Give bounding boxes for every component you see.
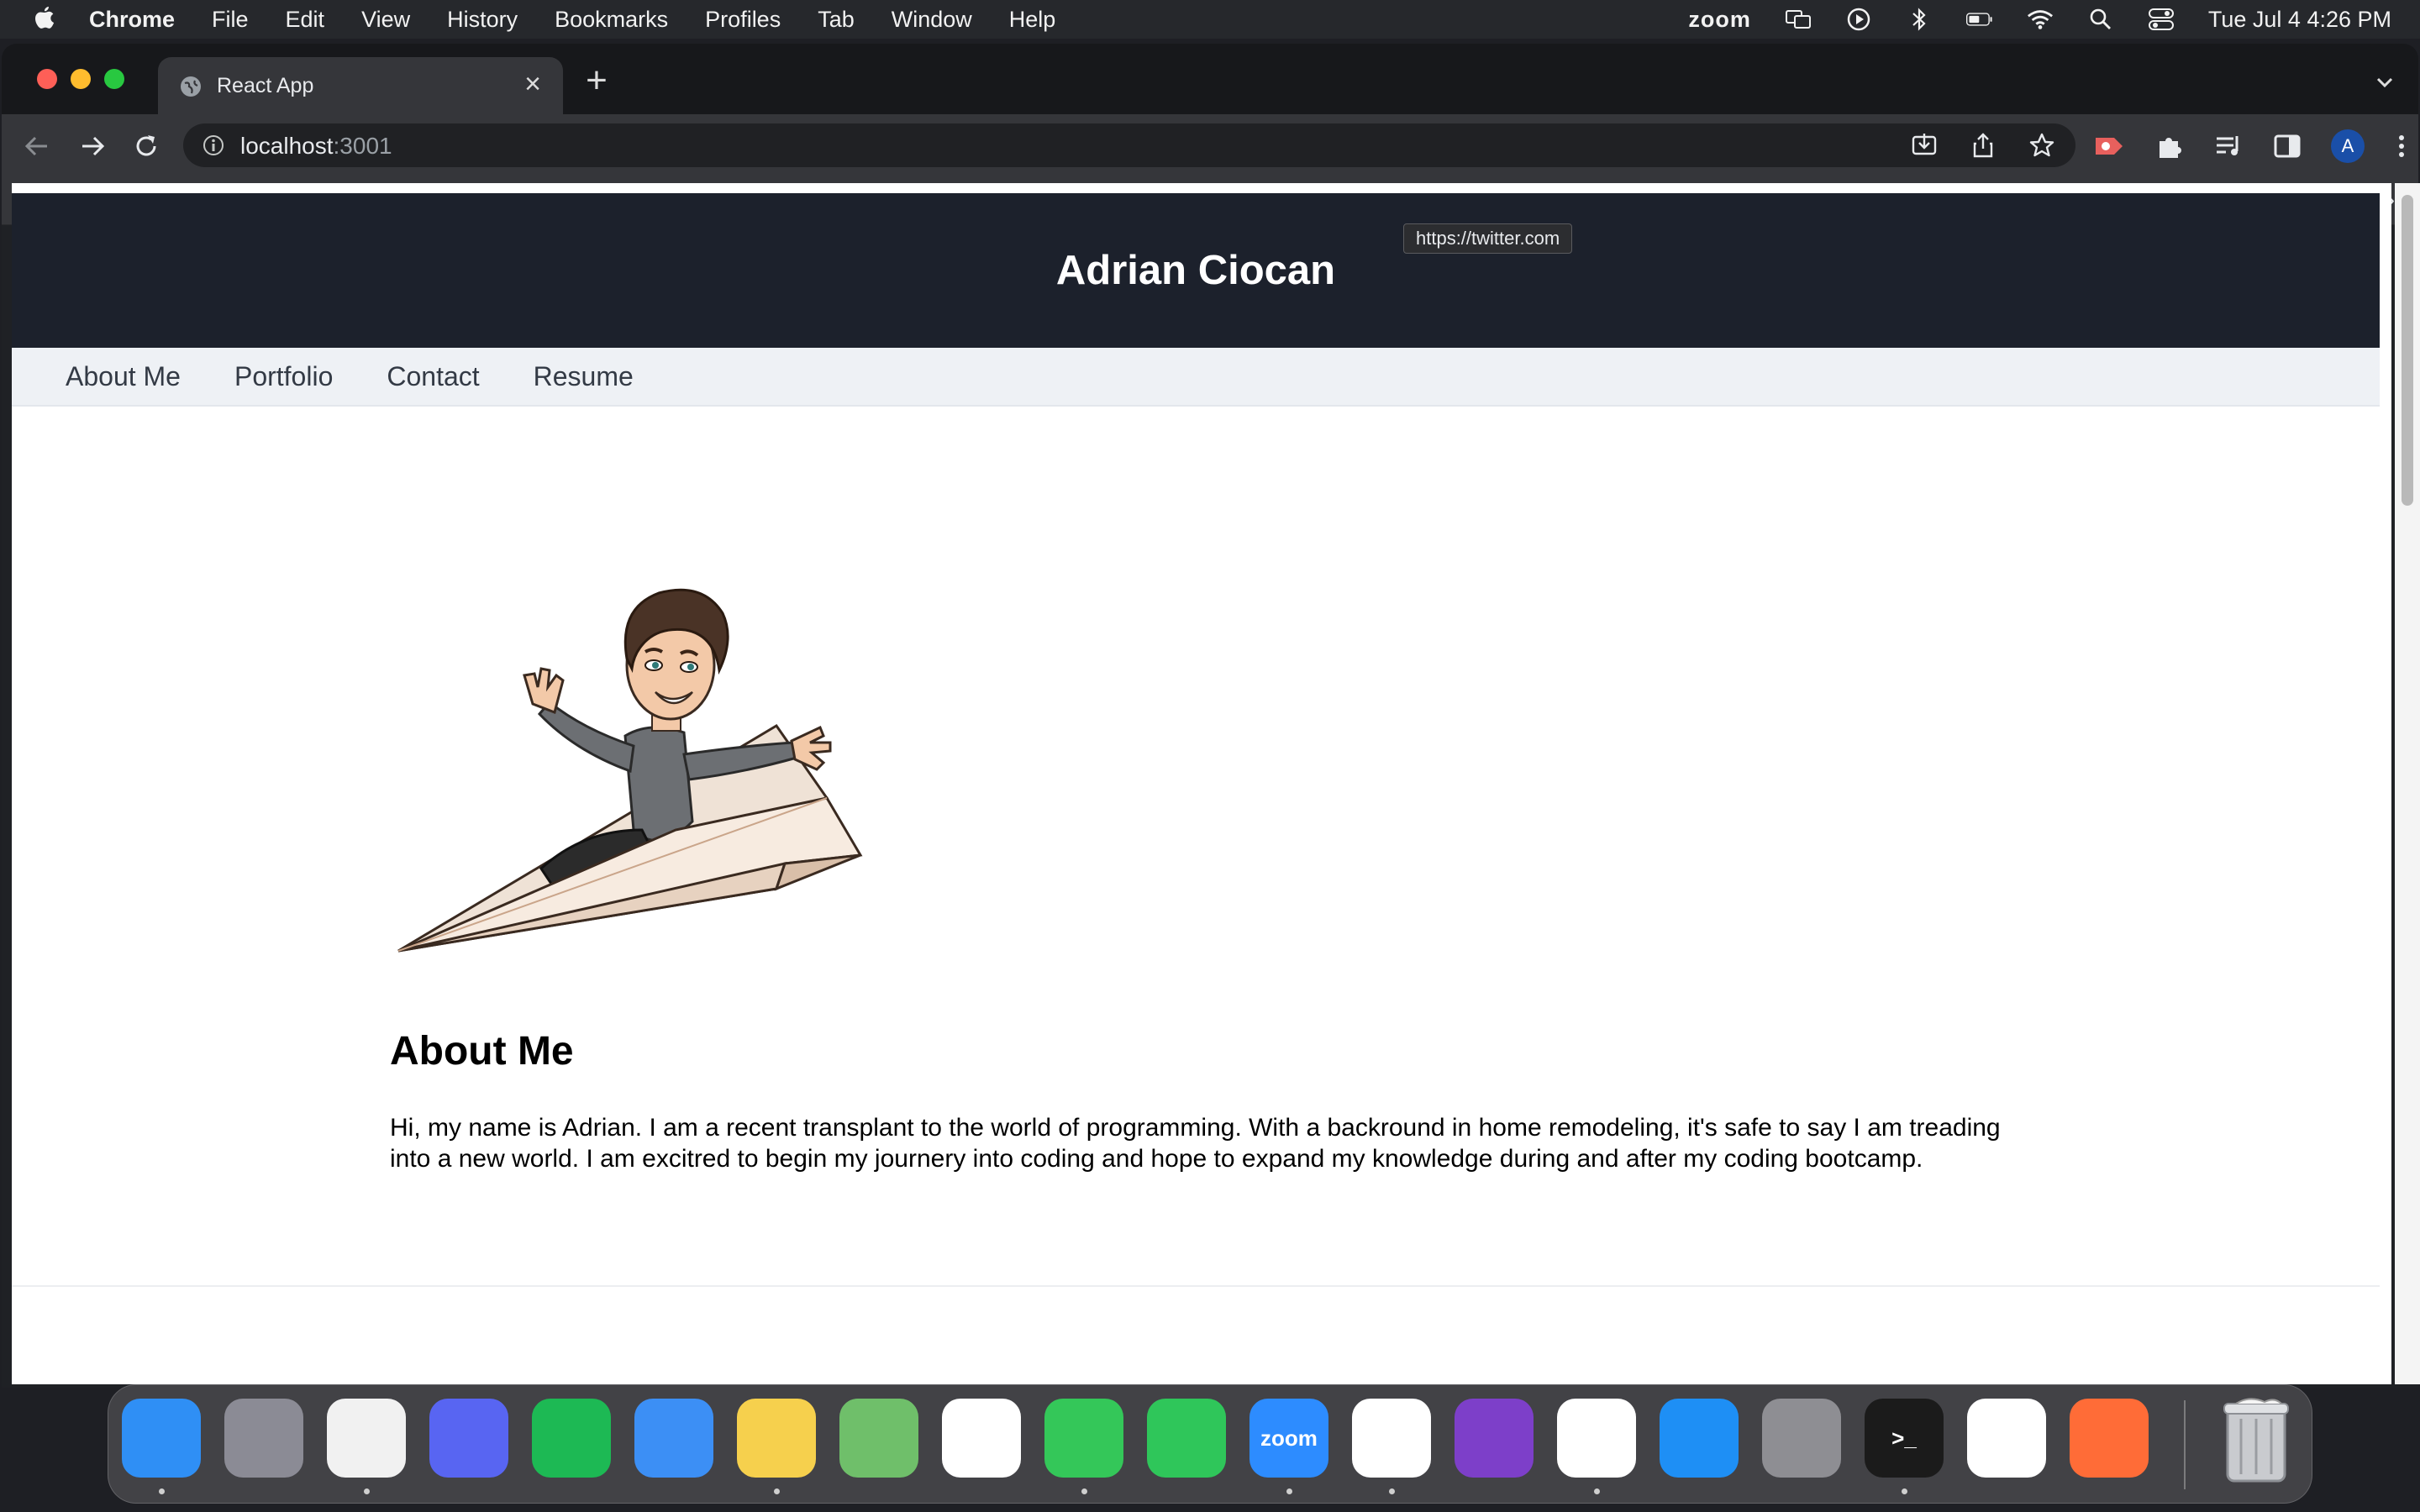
tab-search-chevron-icon[interactable]: [2370, 67, 2400, 97]
macos-menu-bar: Chrome File Edit View History Bookmarks …: [0, 0, 2420, 39]
nav-link-about-me[interactable]: About Me: [66, 361, 181, 392]
profile-avatar[interactable]: A: [2331, 129, 2365, 163]
trash-icon[interactable]: [2216, 1397, 2296, 1484]
page-scrollbar-track[interactable]: [2395, 183, 2420, 1384]
dock-postman-icon[interactable]: [2070, 1399, 2149, 1478]
site-header: Adrian Ciocan: [12, 193, 2380, 348]
media-controls-icon[interactable]: [2213, 131, 2244, 161]
dock-running-indicator: [1594, 1488, 1600, 1494]
menu-bookmarks[interactable]: Bookmarks: [555, 7, 668, 33]
dock-zoom-icon[interactable]: zoom: [1249, 1399, 1328, 1494]
extensions-puzzle-icon[interactable]: [2154, 131, 2185, 161]
dock-app-store-icon[interactable]: [1660, 1399, 1739, 1478]
nav-link-portfolio[interactable]: Portfolio: [234, 361, 333, 392]
dock-running-indicator: [1902, 1488, 1907, 1494]
about-me-paragraph: Hi, my name is Adrian. I am a recent tra…: [390, 1114, 2001, 1173]
bookmark-star-icon[interactable]: [2028, 132, 2055, 159]
dock-running-indicator: [159, 1488, 165, 1494]
control-center-icon[interactable]: [2148, 8, 2175, 31]
dock-maps-icon[interactable]: [839, 1399, 918, 1478]
chrome-menu-icon[interactable]: [2393, 131, 2410, 161]
bluetooth-icon[interactable]: [1906, 8, 1933, 31]
url-port: :3001: [333, 133, 392, 159]
dock-notes-icon[interactable]: [737, 1399, 816, 1494]
tab-close-icon[interactable]: ×: [519, 70, 546, 98]
tab-title: React App: [217, 74, 314, 97]
dock-running-indicator: [364, 1488, 370, 1494]
browser-toolbar: localhost:3001 A: [2, 114, 2418, 176]
page-viewport: Adrian Ciocan About Me Portfolio Contact…: [12, 183, 2391, 1384]
forward-arrow-icon[interactable]: [76, 129, 109, 163]
site-title: Adrian Ciocan: [1055, 248, 1336, 293]
reload-icon[interactable]: [129, 129, 163, 163]
dock-running-indicator: [774, 1488, 780, 1494]
dock-discord-icon[interactable]: [429, 1399, 508, 1478]
apple-icon[interactable]: [32, 5, 57, 34]
back-arrow-icon[interactable]: [20, 129, 54, 163]
site-info-icon[interactable]: [202, 134, 225, 157]
wifi-icon[interactable]: [2027, 8, 2054, 31]
window-zoom-button[interactable]: [104, 69, 124, 89]
menu-app-name[interactable]: Chrome: [89, 7, 175, 33]
dock-chrome-icon[interactable]: [327, 1399, 406, 1494]
menu-profiles[interactable]: Profiles: [705, 7, 781, 33]
menu-bar-clock[interactable]: Tue Jul 4 4:26 PM: [2208, 7, 2391, 33]
dock-spotify-icon[interactable]: [532, 1399, 611, 1478]
translate-icon[interactable]: [1785, 8, 1812, 31]
nav-link-resume[interactable]: Resume: [534, 361, 634, 392]
menu-edit[interactable]: Edit: [286, 7, 325, 33]
dock-app-label: >_: [1891, 1425, 1917, 1451]
install-app-icon[interactable]: [1911, 132, 1938, 159]
address-bar[interactable]: localhost:3001: [183, 123, 2075, 167]
bookmark-tooltip: https://twitter.com: [1403, 223, 1573, 254]
menu-history[interactable]: History: [447, 7, 518, 33]
browser-tab-active[interactable]: React App ×: [158, 57, 563, 114]
menu-file[interactable]: File: [212, 7, 249, 33]
dock-vscode-icon[interactable]: [1557, 1399, 1636, 1494]
dock-running-indicator: [1389, 1488, 1395, 1494]
new-tab-button[interactable]: +: [580, 62, 613, 99]
dock-system-preferences-icon[interactable]: [1762, 1399, 1841, 1478]
battery-icon[interactable]: [1965, 8, 1993, 31]
menu-view[interactable]: View: [361, 7, 410, 33]
dock-github-desktop-icon[interactable]: [1455, 1399, 1534, 1478]
dock-messages-icon[interactable]: [1044, 1399, 1123, 1494]
dock-finder-icon[interactable]: [122, 1399, 201, 1494]
dock-photos-icon[interactable]: [942, 1399, 1021, 1478]
dock-facetime-icon[interactable]: [1147, 1399, 1226, 1478]
macos-dock: zoom >_: [108, 1384, 2312, 1504]
dock-separator: [2184, 1400, 2186, 1489]
play-status-icon[interactable]: [1845, 8, 1872, 31]
url-text[interactable]: localhost:3001: [240, 133, 392, 160]
dock-running-indicator: [1286, 1488, 1292, 1494]
dock-running-indicator: [1081, 1488, 1087, 1494]
extension-recorder-icon[interactable]: [2092, 131, 2126, 161]
about-me-heading: About Me: [390, 1029, 574, 1074]
nav-link-contact[interactable]: Contact: [387, 361, 479, 392]
dock-mongodb-compass-icon[interactable]: [1967, 1399, 2046, 1478]
window-close-button[interactable]: [37, 69, 57, 89]
side-panel-icon[interactable]: [2272, 131, 2302, 161]
zoom-status-icon[interactable]: zoom: [1688, 7, 1751, 33]
spotlight-search-icon[interactable]: [2087, 8, 2114, 31]
globe-icon: [181, 76, 201, 97]
site-navigation: About Me Portfolio Contact Resume: [12, 348, 2380, 407]
section-divider: [12, 1285, 2380, 1287]
tab-strip: React App × +: [2, 44, 2418, 114]
share-icon[interactable]: [1970, 132, 1996, 159]
menu-help[interactable]: Help: [1009, 7, 1056, 33]
dock-launchpad-icon[interactable]: [224, 1399, 303, 1478]
page-scrollbar-thumb[interactable]: [2402, 195, 2413, 506]
dock-app-label: zoom: [1260, 1425, 1318, 1451]
menu-tab[interactable]: Tab: [818, 7, 855, 33]
paper-airplane-avatar-image: [397, 588, 863, 953]
dock-slack-icon[interactable]: [1352, 1399, 1431, 1494]
url-host: localhost: [240, 133, 334, 159]
dock-mail-icon[interactable]: [634, 1399, 713, 1478]
menu-window[interactable]: Window: [892, 7, 972, 33]
dock-terminal-icon[interactable]: >_: [1865, 1399, 1944, 1494]
window-minimize-button[interactable]: [71, 69, 91, 89]
